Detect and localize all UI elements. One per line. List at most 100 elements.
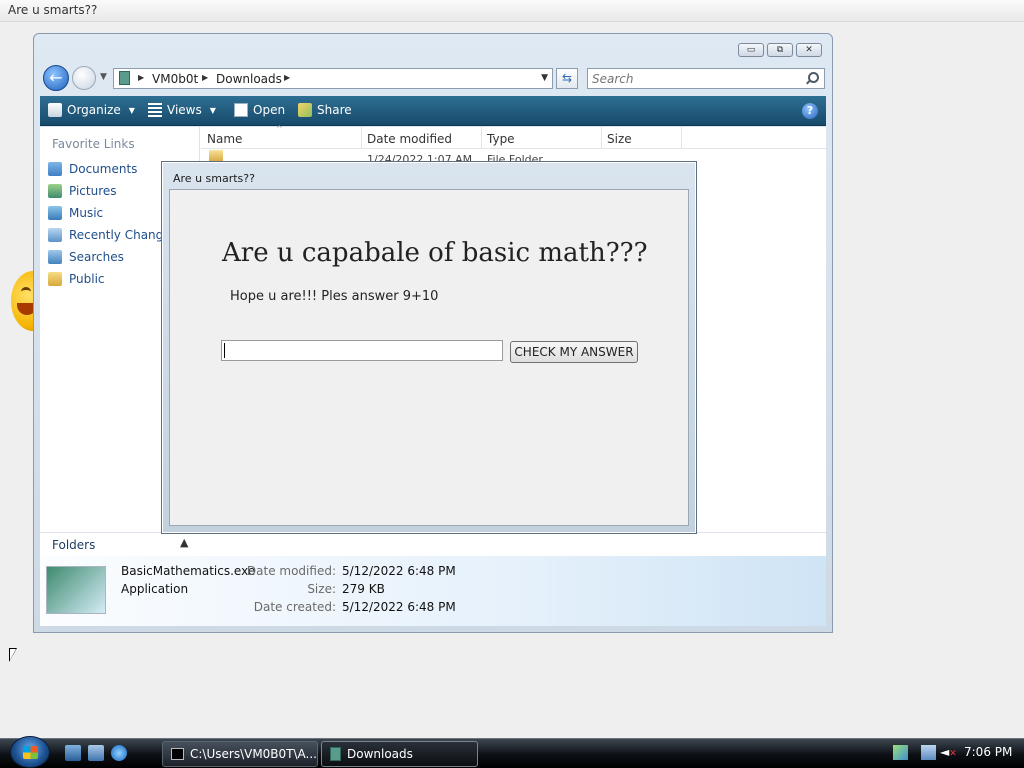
question-subtext: Hope u are!!! Ples answer 9+10 (230, 289, 439, 304)
size-label: Size: (307, 582, 336, 596)
chevron-down-icon: ▼ (128, 105, 135, 115)
size-value: 279 KB (342, 582, 385, 596)
searches-icon (48, 250, 62, 264)
chevron-up-icon[interactable]: ▲ (180, 536, 188, 549)
column-header-date-modified[interactable]: Date modified (367, 132, 452, 146)
organize-label: Organize (67, 103, 121, 117)
pictures-icon (48, 184, 62, 198)
sort-arrow-icon: ^ (276, 124, 283, 133)
recently-changed-icon (48, 228, 62, 242)
internet-explorer-icon[interactable] (111, 745, 127, 761)
sidebar-item-recently-changed[interactable]: Recently Changed (48, 226, 178, 244)
back-arrow-icon: ← (49, 68, 63, 87)
volume-muted-icon[interactable]: ◄✕ (940, 745, 957, 760)
close-button[interactable]: ✕ (796, 43, 822, 57)
crumb-arrow-icon[interactable]: ▶ (202, 73, 208, 82)
column-divider[interactable] (601, 127, 602, 149)
taskbar-button-cmd[interactable]: C:\Users\VM0B0T\A... (162, 741, 318, 767)
folder-icon (209, 150, 223, 161)
answer-input[interactable] (221, 340, 503, 361)
column-header-type[interactable]: Type (487, 132, 515, 146)
date-modified-label: Date modified: (246, 564, 336, 578)
taskbar-button-downloads[interactable]: Downloads (321, 741, 478, 767)
views-icon (148, 103, 162, 117)
column-divider[interactable] (361, 127, 362, 149)
dialog-body: Are u capabale of basic math??? Hope u a… (169, 189, 689, 526)
show-desktop-icon[interactable] (65, 745, 81, 761)
taskbar-clock[interactable]: 7:06 PM (964, 745, 1012, 759)
open-label: Open (253, 103, 286, 117)
address-dropdown-icon[interactable]: ▼ (541, 73, 548, 83)
help-icon[interactable]: ? (802, 103, 818, 119)
crumb-arrow-icon[interactable]: ▶ (284, 73, 290, 82)
favorite-links-header: Favorite Links (52, 137, 135, 151)
column-headers: Name ^ Date modified Type Size (201, 124, 826, 149)
check-answer-button[interactable]: CHECK MY ANSWER (510, 341, 638, 363)
history-dropdown-icon[interactable]: ▼ (100, 72, 107, 82)
sidebar-item-label: Music (69, 206, 104, 220)
date-created-value: 5/12/2022 6:48 PM (342, 600, 456, 614)
sidebar-item-pictures[interactable]: Pictures (48, 182, 117, 200)
search-box[interactable] (587, 68, 825, 89)
sidebar-item-label: Pictures (69, 184, 117, 198)
date-created-label: Date created: (253, 600, 336, 614)
dialog-title: Are u smarts?? (173, 172, 255, 185)
sidebar-item-music[interactable]: Music (48, 204, 103, 222)
views-label: Views (167, 103, 202, 117)
file-thumbnail (46, 566, 106, 614)
search-icon[interactable] (808, 72, 819, 83)
window-controls: ▭ ⧉ ✕ (738, 43, 822, 57)
restore-button[interactable]: ⧉ (767, 43, 793, 57)
music-icon (48, 206, 62, 220)
taskbar-button-label: C:\Users\VM0B0T\A... (190, 747, 317, 761)
network-icon[interactable] (921, 745, 936, 760)
chevron-down-icon: ▼ (209, 105, 216, 115)
organize-icon (48, 103, 62, 117)
open-button[interactable]: Open (234, 103, 285, 117)
math-dialog: Are u smarts?? Are u capabale of basic m… (161, 161, 697, 534)
breadcrumb-downloads[interactable]: Downloads (216, 72, 282, 86)
taskbar (0, 738, 1024, 768)
breadcrumb-vm0b0t[interactable]: VM0b0t (152, 72, 198, 86)
sidebar-item-documents[interactable]: Documents (48, 160, 137, 178)
folders-toggle[interactable]: Folders ▲ (40, 532, 826, 556)
views-button[interactable]: Views ▼ (148, 103, 216, 117)
taskbar-button-label: Downloads (347, 747, 413, 761)
sidebar-item-label: Documents (69, 162, 138, 176)
details-filetype: Application (121, 582, 189, 596)
refresh-button[interactable]: ⇆ (556, 68, 578, 89)
back-button[interactable]: ← (43, 65, 69, 91)
sidebar-item-public[interactable]: Public (48, 270, 105, 288)
forward-button[interactable] (72, 66, 96, 90)
document-icon (234, 103, 248, 117)
windows-update-icon[interactable] (893, 745, 908, 760)
column-header-name[interactable]: Name (207, 132, 242, 146)
background-window-title: Are u smarts?? (8, 3, 98, 17)
organize-button[interactable]: Organize ▼ (48, 103, 135, 117)
text-caret (224, 343, 225, 358)
search-input[interactable] (588, 69, 788, 88)
sidebar-item-label: Searches (69, 250, 124, 264)
public-folder-icon (48, 272, 62, 286)
column-header-size[interactable]: Size (607, 132, 632, 146)
share-button[interactable]: Share (298, 103, 352, 117)
sidebar-item-label: Public (69, 272, 105, 286)
start-button[interactable] (10, 736, 50, 768)
switch-windows-icon[interactable] (88, 745, 104, 761)
share-label: Share (317, 103, 352, 117)
crumb-arrow-icon[interactable]: ▶ (138, 73, 144, 82)
column-divider[interactable] (481, 127, 482, 149)
column-divider[interactable] (681, 127, 682, 149)
documents-icon (48, 162, 62, 176)
sidebar-item-searches[interactable]: Searches (48, 248, 124, 266)
folder-icon (330, 747, 341, 761)
cmd-icon (171, 748, 184, 760)
date-modified-value: 5/12/2022 6:48 PM (342, 564, 456, 578)
details-pane: BasicMathematics.exe Application Date mo… (40, 556, 826, 626)
address-bar[interactable]: ▶ VM0b0t ▶ Downloads ▶ ▼ (113, 68, 553, 89)
share-icon (298, 103, 312, 117)
command-bar: Organize ▼ Views ▼ Open Share ? (40, 96, 826, 126)
location-icon (119, 71, 130, 85)
minimize-button[interactable]: ▭ (738, 43, 764, 57)
question-heading: Are u capabale of basic math??? (222, 238, 648, 268)
